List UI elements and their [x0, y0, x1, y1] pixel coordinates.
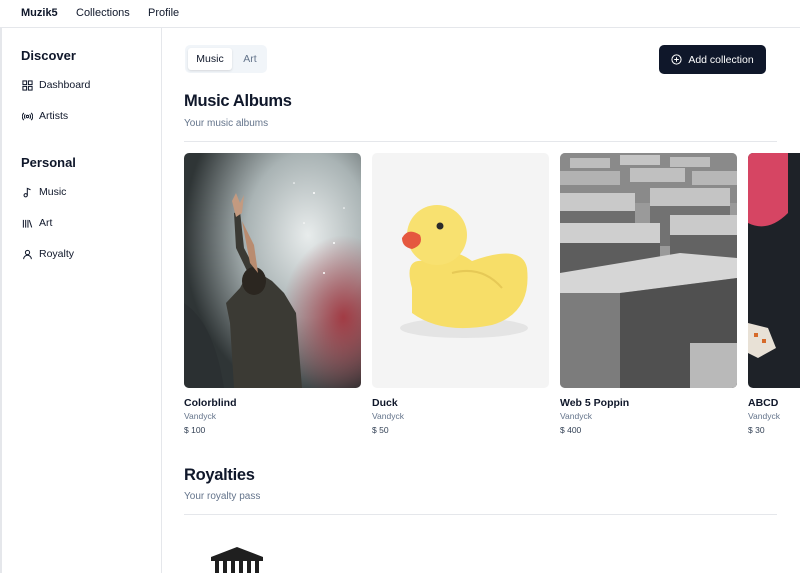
album-cover-image	[560, 153, 737, 388]
add-collection-label: Add collection	[688, 53, 754, 66]
section-subtitle-royalties: Your royalty pass	[184, 491, 261, 502]
album-name: Duck	[372, 397, 398, 409]
user-icon	[21, 248, 33, 260]
album-price: $ 50	[372, 425, 389, 435]
sidebar-item-artists[interactable]: Artists	[21, 107, 151, 125]
sidebar-item-dashboard[interactable]: Dashboard	[21, 76, 151, 94]
brand-logo[interactable]: Muzik5	[21, 7, 58, 19]
album-name: Web 5 Poppin	[560, 397, 630, 409]
album-price: $ 30	[748, 425, 765, 435]
library-icon	[21, 217, 33, 229]
grid-icon	[21, 79, 33, 91]
sidebar-item-art[interactable]: Art	[21, 214, 151, 232]
main-content: Music Art Add collection Music Albums Yo…	[162, 28, 800, 573]
album-artist: Vandyck	[748, 411, 780, 421]
add-collection-button[interactable]: Add collection	[659, 45, 766, 74]
plus-circle-icon	[671, 54, 682, 65]
sidebar-item-royalty[interactable]: Royalty	[21, 245, 151, 263]
album-cover-image	[372, 153, 549, 388]
tab-music[interactable]: Music	[188, 48, 232, 70]
sidebar: Discover Dashboard Artists Personal Musi…	[0, 28, 162, 573]
radio-icon	[21, 110, 33, 122]
album-card[interactable]: Duck Vandyck $ 50	[372, 153, 549, 435]
section-subtitle-music-albums: Your music albums	[184, 118, 269, 129]
album-card[interactable]: Colorblind Vandyck $ 100	[184, 153, 361, 435]
music-note-icon	[21, 186, 33, 198]
royalty-pass-logo[interactable]	[209, 545, 265, 573]
sidebar-item-label: Music	[39, 186, 67, 198]
top-navbar: Muzik5 Collections Profile	[0, 0, 800, 28]
album-price: $ 400	[560, 425, 582, 435]
album-cover-image	[184, 153, 361, 388]
nav-collections[interactable]: Collections	[76, 7, 130, 19]
sidebar-heading-personal: Personal	[21, 155, 76, 170]
sidebar-item-label: Artists	[39, 110, 69, 122]
album-name: ABCD	[748, 397, 779, 409]
album-card[interactable]: ABCD Vandyck $ 30	[748, 153, 800, 435]
divider	[184, 514, 777, 515]
section-title-royalties: Royalties	[184, 466, 255, 484]
album-artist: Vandyck	[560, 411, 592, 421]
section-title-music-albums: Music Albums	[184, 92, 292, 110]
tab-art[interactable]: Art	[235, 48, 265, 70]
sidebar-item-label: Dashboard	[39, 79, 91, 91]
sidebar-heading-discover: Discover	[21, 48, 76, 63]
sidebar-item-music[interactable]: Music	[21, 183, 151, 201]
album-artist: Vandyck	[184, 411, 216, 421]
sidebar-item-label: Royalty	[39, 248, 75, 260]
album-artist: Vandyck	[372, 411, 404, 421]
divider	[184, 141, 777, 142]
album-cover-image	[748, 153, 800, 388]
album-price: $ 100	[184, 425, 206, 435]
tab-list: Music Art	[185, 45, 267, 73]
album-name: Colorblind	[184, 397, 237, 409]
sidebar-item-label: Art	[39, 217, 53, 229]
nav-profile[interactable]: Profile	[148, 7, 179, 19]
album-card[interactable]: Web 5 Poppin Vandyck $ 400	[560, 153, 737, 435]
